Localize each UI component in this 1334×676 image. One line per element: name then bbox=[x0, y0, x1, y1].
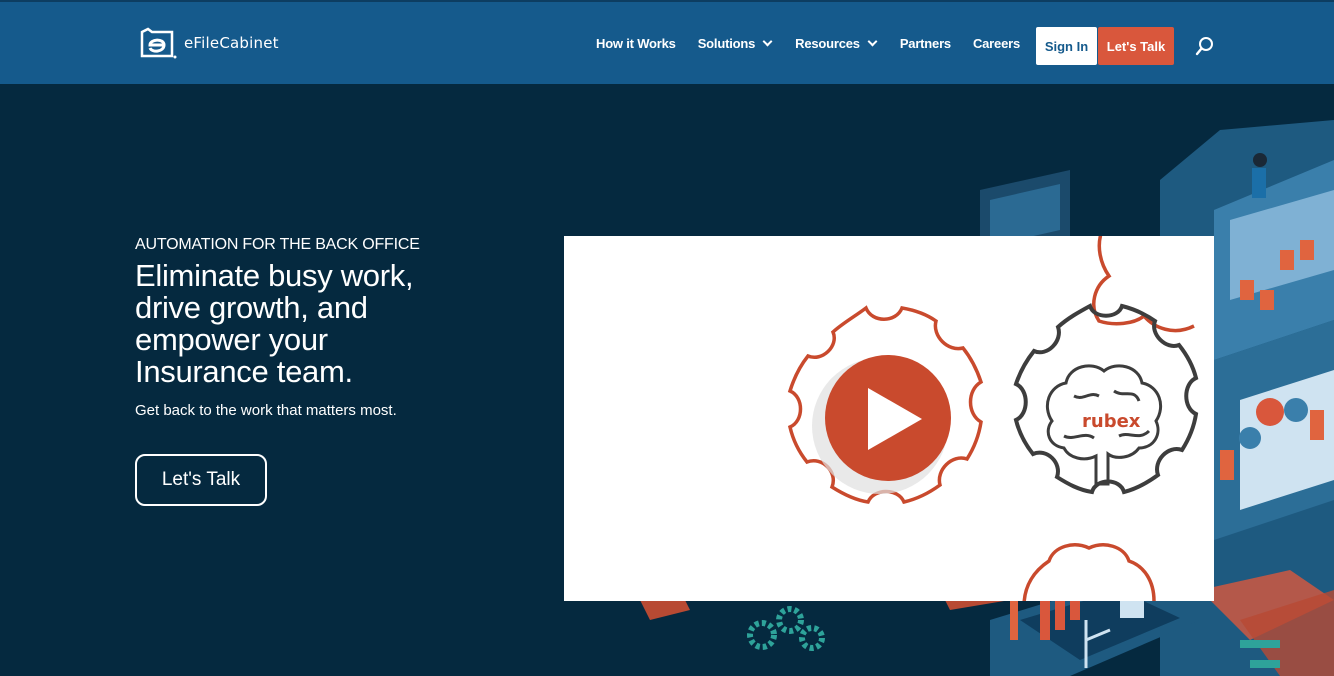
video-thumbnail: rubex bbox=[787, 236, 1199, 601]
hero-subtitle: Get back to the work that matters most. bbox=[135, 402, 397, 419]
nav-partners-label: Partners bbox=[899, 36, 951, 51]
nav-resources[interactable]: Resources bbox=[795, 36, 878, 51]
nav-solutions[interactable]: Solutions bbox=[697, 36, 773, 51]
search-icon[interactable] bbox=[1195, 36, 1215, 56]
nav-how-it-works[interactable]: How it Works bbox=[596, 36, 676, 51]
site-header: eFileCabinet How it Works Solutions Reso… bbox=[0, 0, 1334, 84]
hero-title: Eliminate busy work, drive growth, and e… bbox=[135, 258, 414, 389]
play-icon[interactable] bbox=[812, 355, 951, 494]
nav-partners[interactable]: Partners bbox=[900, 36, 951, 51]
main-nav: How it Works Solutions Resources Partner… bbox=[596, 36, 1020, 51]
nav-careers[interactable]: Careers bbox=[973, 36, 1020, 51]
brand-name: eFileCabinet bbox=[184, 34, 279, 52]
lets-talk-hero-button[interactable]: Let's Talk bbox=[135, 454, 267, 506]
nav-resources-label: Resources bbox=[795, 36, 860, 51]
lets-talk-header-button[interactable]: Let's Talk bbox=[1098, 27, 1174, 65]
sign-in-button[interactable]: Sign In bbox=[1036, 27, 1097, 65]
nav-how-it-works-label: How it Works bbox=[596, 36, 676, 51]
nav-solutions-label: Solutions bbox=[697, 36, 756, 51]
efilecabinet-logo-icon bbox=[140, 27, 177, 59]
chevron-down-icon bbox=[762, 36, 773, 47]
logo[interactable]: eFileCabinet bbox=[138, 26, 279, 60]
rubex-brand: rubex bbox=[1082, 411, 1141, 432]
video-player[interactable]: rubex bbox=[564, 236, 1214, 601]
chevron-down-icon bbox=[867, 36, 878, 47]
nav-careers-label: Careers bbox=[972, 36, 1020, 51]
hero-eyebrow: AUTOMATION FOR THE BACK OFFICE bbox=[135, 236, 420, 253]
